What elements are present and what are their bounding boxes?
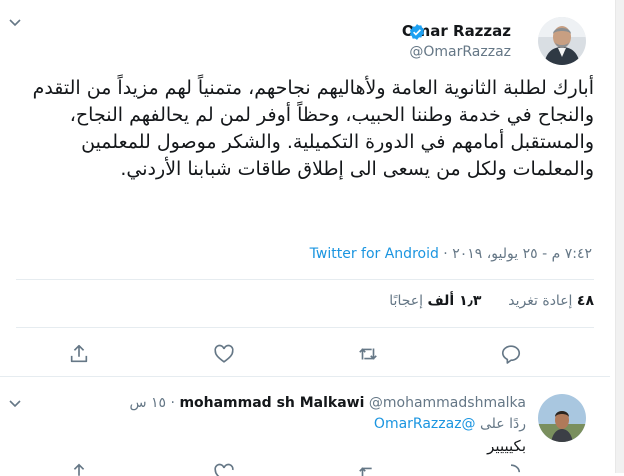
- reply-avatar[interactable]: [538, 394, 586, 442]
- tweet-source[interactable]: Twitter for Android: [310, 246, 439, 262]
- reply-header: mohammad sh Malkawi @mohammadshmalka · ١…: [129, 395, 526, 411]
- retweets-label: إعادة تغريد: [508, 293, 573, 309]
- replying-to-mention[interactable]: @OmarRazzaz: [374, 416, 476, 432]
- chevron-down-icon[interactable]: [8, 397, 22, 411]
- divider: [16, 279, 594, 280]
- avatar[interactable]: [538, 17, 586, 65]
- reply-tweet[interactable]: mohammad sh Malkawi @mohammadshmalka · ١…: [0, 377, 610, 476]
- retweets-count: ٤٨: [576, 293, 594, 309]
- reply-actions: [0, 462, 610, 476]
- author-handle[interactable]: @OmarRazzaz: [409, 44, 511, 60]
- verified-badge-icon: [409, 24, 425, 40]
- reply-time[interactable]: ١٥ س: [129, 395, 166, 411]
- tweet-stats: ٤٨ إعادة تغريد ١٫٣ ألف إعجابًا: [389, 293, 594, 309]
- heart-icon[interactable]: [213, 343, 235, 365]
- tweet-meta: ٧:٤٢ م - ٢٥ يوليو، ٢٠١٩ · Twitter for An…: [309, 246, 592, 262]
- likes-count: ١٫٣ ألف: [427, 293, 482, 309]
- retweet-icon[interactable]: [357, 343, 379, 365]
- tweet-date[interactable]: ٢٥ يوليو، ٢٠١٩: [452, 246, 537, 262]
- scrollbar[interactable]: [615, 0, 624, 473]
- reply-author-name[interactable]: mohammad sh Malkawi: [179, 395, 364, 411]
- reply-icon[interactable]: [500, 462, 522, 476]
- reply-icon[interactable]: [500, 343, 522, 365]
- replying-to-label: ردًا على: [480, 416, 526, 432]
- tweet-actions: [0, 343, 610, 367]
- heart-icon[interactable]: [213, 462, 235, 476]
- retweets-stat[interactable]: ٤٨ إعادة تغريد: [508, 293, 594, 309]
- likes-stat[interactable]: ١٫٣ ألف إعجابًا: [389, 293, 481, 309]
- main-tweet: Omar Razzaz @OmarRazzaz أبارك لطلبة الثا…: [0, 0, 610, 377]
- retweet-icon[interactable]: [357, 462, 379, 476]
- share-icon[interactable]: [68, 343, 90, 365]
- reply-author-handle[interactable]: @mohammadshmalka: [369, 395, 526, 411]
- chevron-down-icon[interactable]: [8, 16, 22, 30]
- likes-label: إعجابًا: [389, 293, 423, 309]
- reply-text: بكيييير: [487, 437, 526, 455]
- divider: [16, 327, 594, 328]
- tweet-text: أبارك لطلبة الثانوية العامة ولأهاليهم نج…: [32, 77, 594, 180]
- tweet-time[interactable]: ٧:٤٢ م: [552, 246, 592, 262]
- share-icon[interactable]: [68, 462, 90, 476]
- replying-to: ردًا على @OmarRazzaz: [374, 416, 526, 432]
